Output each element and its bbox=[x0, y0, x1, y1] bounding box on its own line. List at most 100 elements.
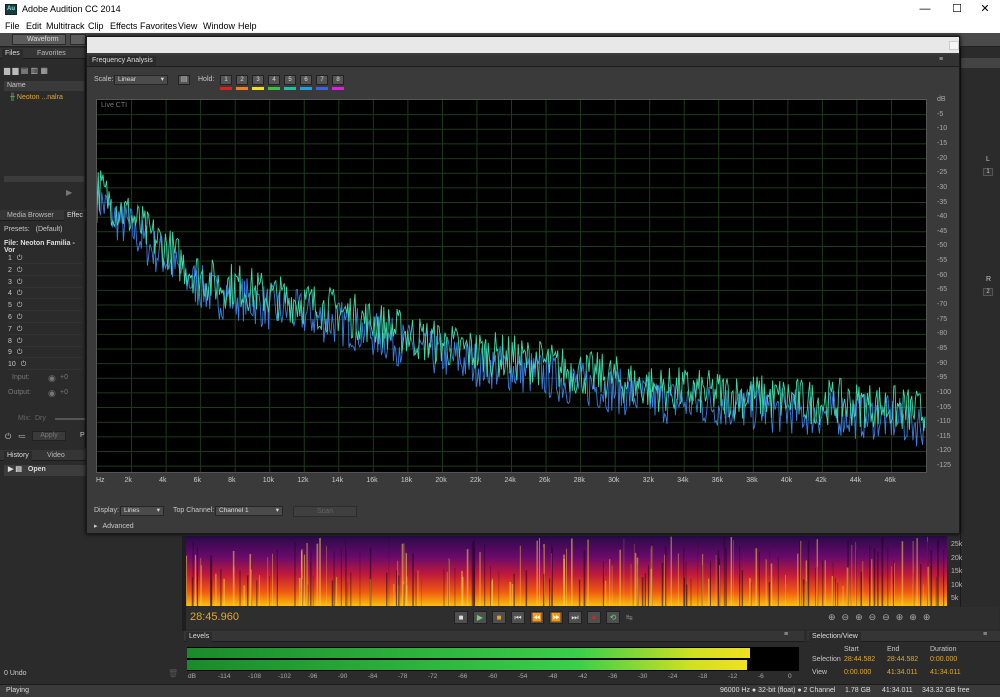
hold-button[interactable]: 5 bbox=[284, 75, 296, 85]
fast-forward-button[interactable]: ⏩ bbox=[549, 611, 563, 624]
selection-end[interactable]: 28:44.582 bbox=[887, 656, 918, 663]
top-channel-dropdown[interactable]: Channel 1 ▾ bbox=[215, 506, 283, 516]
hold-button[interactable]: 2 bbox=[236, 75, 248, 85]
tab-effects-rack[interactable]: Effec bbox=[64, 211, 86, 221]
rack-slot[interactable]: 5 ⏻ bbox=[8, 301, 82, 312]
skip-selection-icon[interactable]: ↹ bbox=[626, 613, 633, 622]
frequency-analysis-window[interactable]: Frequency Analysis ≡ Scale: Linear ▾ ▤ Ho… bbox=[86, 36, 960, 534]
menu-file[interactable]: File bbox=[5, 21, 20, 31]
scan-button[interactable]: Scan bbox=[293, 506, 357, 517]
zoom-out-point-icon[interactable]: ⊕ bbox=[923, 612, 937, 622]
zoom-controls[interactable]: ⊕⊖⊕⊖⊖⊕⊕⊕ bbox=[828, 612, 936, 623]
panel-menu-icon[interactable]: ≡ bbox=[784, 631, 788, 638]
multitrack-view-button[interactable] bbox=[70, 34, 86, 45]
tab-video[interactable]: Video bbox=[44, 451, 68, 461]
hold-button[interactable]: 3 bbox=[252, 75, 264, 85]
menu-favorites[interactable]: Favorites bbox=[140, 21, 177, 31]
tab-media-browser[interactable]: Media Browser bbox=[4, 211, 57, 221]
view-end[interactable]: 41:34.011 bbox=[887, 669, 918, 676]
rack-slot[interactable]: 4 ⏻ bbox=[8, 289, 82, 300]
rewind-button[interactable]: ⏪ bbox=[530, 611, 544, 624]
rack-slot[interactable]: 3 ⏻ bbox=[8, 278, 82, 288]
display-dropdown[interactable]: Lines ▾ bbox=[120, 506, 164, 516]
power-icon[interactable]: ⏻ bbox=[17, 255, 23, 262]
play-button[interactable]: ▶ bbox=[473, 611, 487, 624]
advanced-toggle[interactable]: ▸ Advanced bbox=[94, 522, 134, 530]
zoom-in-time-icon[interactable]: ⊕ bbox=[855, 612, 869, 622]
rack-slot[interactable]: 7 ⏻ bbox=[8, 325, 82, 335]
hold-button[interactable]: 1 bbox=[220, 75, 232, 85]
rack-slot[interactable]: 10 ⏻ bbox=[8, 360, 82, 371]
view-duration[interactable]: 41:34.011 bbox=[930, 669, 961, 676]
zoom-out-time-icon[interactable]: ⊖ bbox=[869, 612, 883, 622]
window-chrome[interactable] bbox=[87, 37, 959, 53]
power-icon[interactable]: ⏻ bbox=[17, 267, 23, 274]
tab-frequency-analysis[interactable]: Frequency Analysis bbox=[89, 56, 156, 66]
menu-clip[interactable]: Clip bbox=[88, 21, 104, 31]
play-file-icon[interactable]: ▶ bbox=[66, 188, 72, 197]
spectrogram-display[interactable] bbox=[185, 536, 947, 606]
panel-menu-icon[interactable]: ≡ bbox=[939, 56, 943, 63]
panel-menu-icon[interactable]: ≡ bbox=[983, 631, 987, 638]
power-icon[interactable]: ⏻ bbox=[17, 290, 23, 297]
pause-button[interactable]: ■ bbox=[492, 611, 506, 624]
selection-start[interactable]: 28:44.582 bbox=[844, 656, 875, 663]
hold-button[interactable]: 6 bbox=[300, 75, 312, 85]
tab-selection-view[interactable]: Selection/View bbox=[809, 632, 861, 642]
stop-button[interactable]: ■ bbox=[454, 611, 468, 624]
rack-slot[interactable]: 1 ⏻ bbox=[8, 254, 82, 264]
presets-dropdown[interactable]: (Default) bbox=[36, 226, 63, 233]
name-column-header[interactable]: Name bbox=[4, 81, 84, 91]
zoom-full-icon[interactable]: ⊖ bbox=[882, 612, 896, 622]
files-scrollbar[interactable] bbox=[4, 176, 84, 182]
tab-favorites[interactable]: Favorites bbox=[34, 49, 69, 59]
input-knob-icon[interactable]: ◉ bbox=[48, 373, 56, 384]
power-icon[interactable]: ⏻ bbox=[17, 302, 23, 309]
chart-settings-icon[interactable]: ▤ bbox=[178, 75, 190, 85]
record-button[interactable]: ● bbox=[587, 611, 601, 624]
rack-slot[interactable]: 8 ⏻ bbox=[8, 337, 82, 347]
frequency-plot[interactable]: Live CTI bbox=[96, 99, 927, 473]
selection-duration[interactable]: 0:00.000 bbox=[930, 656, 957, 663]
hold-button[interactable]: 8 bbox=[332, 75, 344, 85]
menu-multitrack[interactable]: Multitrack bbox=[46, 21, 85, 31]
power-icon[interactable]: ⏻ bbox=[17, 279, 23, 286]
maximize-button[interactable]: ☐ bbox=[942, 0, 972, 19]
rack-slot[interactable]: 2 ⏻ bbox=[8, 266, 82, 276]
loop-button[interactable]: ⟲ bbox=[606, 611, 620, 624]
power-icon[interactable]: ⏻ bbox=[17, 314, 23, 321]
list-icon[interactable]: ≔ bbox=[18, 432, 26, 441]
output-knob-icon[interactable]: ◉ bbox=[48, 388, 56, 399]
zoom-selection-icon[interactable]: ⊕ bbox=[896, 612, 910, 622]
rack-slot[interactable]: 6 ⏻ bbox=[8, 313, 82, 323]
go-to-start-button[interactable]: ⏮ bbox=[511, 611, 525, 624]
menu-edit[interactable]: Edit bbox=[26, 21, 42, 31]
scale-dropdown[interactable]: Linear ▾ bbox=[114, 75, 168, 85]
power-icon[interactable]: ⏻ bbox=[21, 361, 27, 368]
hold-button[interactable]: 4 bbox=[268, 75, 280, 85]
tab-history[interactable]: History bbox=[4, 451, 32, 461]
zoom-in-point-icon[interactable]: ⊕ bbox=[909, 612, 923, 622]
menu-window[interactable]: Window bbox=[203, 21, 235, 31]
tab-levels[interactable]: Levels bbox=[186, 632, 213, 642]
close-button[interactable]: ✕ bbox=[970, 0, 1000, 19]
file-list-item[interactable]: ╫ Neoton ...nalra bbox=[10, 94, 63, 101]
mix-slider[interactable] bbox=[55, 418, 85, 420]
hold-button[interactable]: 7 bbox=[316, 75, 328, 85]
go-to-end-button[interactable]: ⏭ bbox=[568, 611, 582, 624]
minimize-button[interactable]: — bbox=[910, 0, 940, 19]
power-icon[interactable]: ⏻ bbox=[17, 349, 23, 356]
menu-view[interactable]: View bbox=[178, 21, 197, 31]
rack-slot[interactable]: 9 ⏻ bbox=[8, 348, 82, 359]
trash-icon[interactable]: 🗑 bbox=[168, 669, 178, 678]
menu-effects[interactable]: Effects bbox=[110, 21, 137, 31]
waveform-button[interactable]: Waveform bbox=[12, 34, 66, 45]
apply-button[interactable]: Apply bbox=[32, 431, 66, 441]
window-close-box[interactable] bbox=[949, 41, 959, 50]
zoom-in-amplitude-icon[interactable]: ⊕ bbox=[828, 612, 842, 622]
power-icon[interactable]: ⏻ bbox=[17, 326, 23, 333]
power-icon[interactable]: ⏻ bbox=[5, 432, 11, 442]
power-icon[interactable]: ⏻ bbox=[17, 338, 23, 345]
menu-help[interactable]: Help bbox=[238, 21, 257, 31]
view-start[interactable]: 0:00.000 bbox=[844, 669, 871, 676]
